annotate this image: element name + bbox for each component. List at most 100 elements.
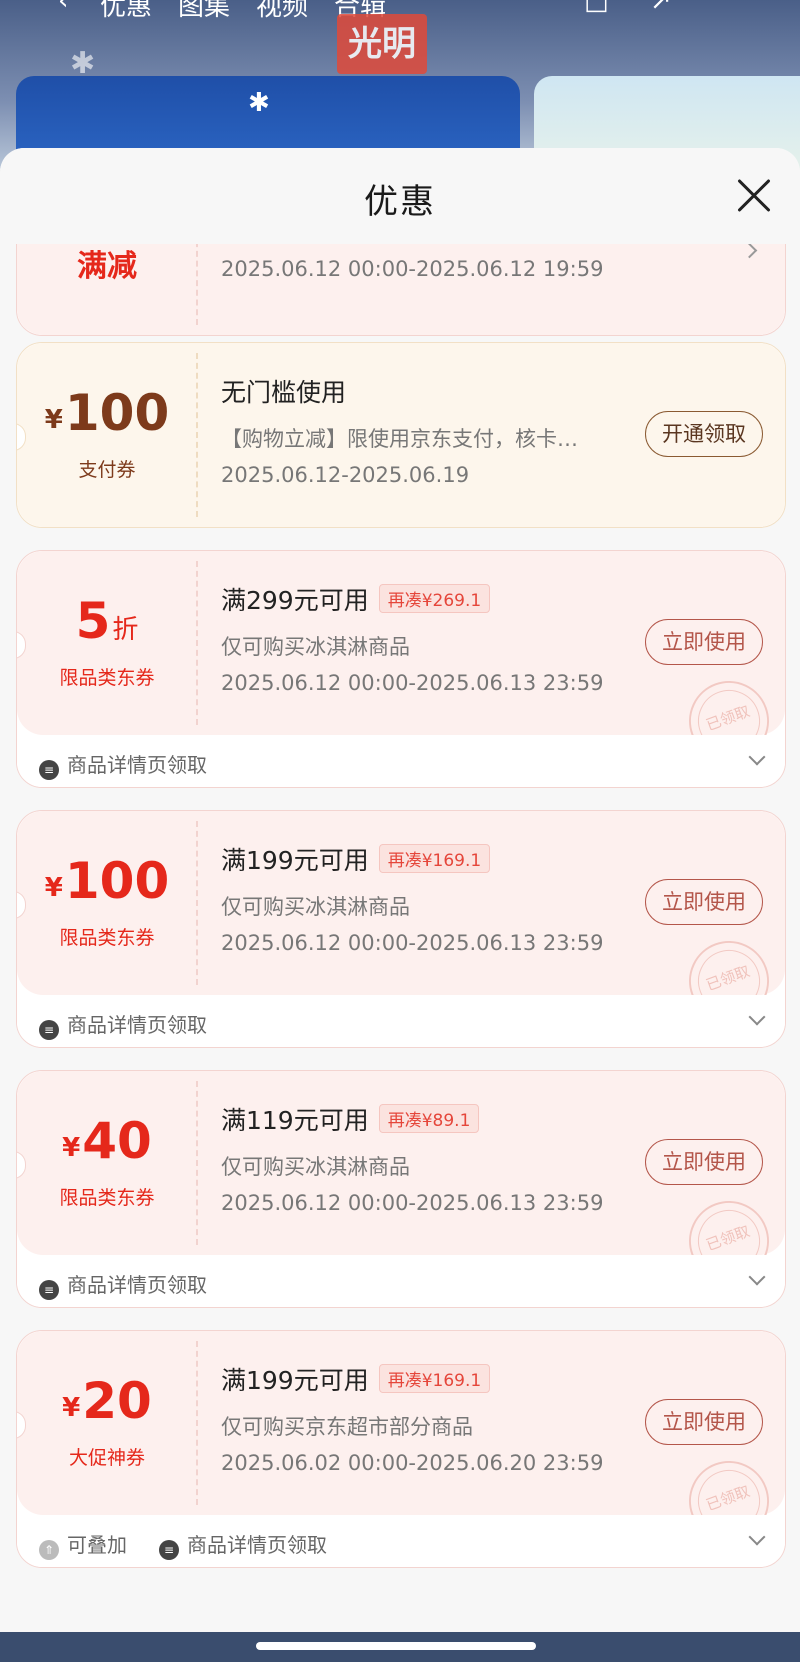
- chevron-down-icon[interactable]: [748, 1528, 766, 1546]
- discount-unit: 折: [112, 615, 139, 645]
- chevron-down-icon[interactable]: [748, 1008, 766, 1026]
- back-icon[interactable]: ‹: [58, 0, 68, 16]
- coupon-date: 2025.06.12 00:00-2025.06.13 23:59: [221, 671, 604, 695]
- chevron-down-icon[interactable]: [748, 1268, 766, 1286]
- coupon-card[interactable]: ¥100 支付券 无门槛使用 【购物立减】限使用京东支付，核卡… 2025.06…: [16, 342, 786, 528]
- coupon-value: ¥20 大促神券: [17, 1331, 197, 1515]
- coupon-date: 2025.06.12 00:00-2025.06.13 23:59: [221, 1191, 604, 1215]
- claim-source-text: 商品详情页领取: [67, 1013, 207, 1037]
- coupon-body: ¥20 大促神券 满199元可用 再凑¥169.1 仅可购买京东超市部分商品 20…: [17, 1331, 785, 1553]
- coupon-value: ¥100 限品类东券: [17, 811, 197, 995]
- activate-claim-button[interactable]: 开通领取: [645, 411, 763, 457]
- coupon-amount: ¥100: [17, 853, 197, 916]
- claim-source-text: 商品详情页领取: [67, 753, 207, 777]
- forward-icon[interactable]: ↗: [650, 0, 672, 16]
- coupon-date: 2025.06.12 00:00-2025.06.12 19:59: [221, 257, 604, 281]
- coupon-divider: [196, 1341, 198, 1505]
- home-indicator[interactable]: [256, 1642, 536, 1650]
- coupon-value: ¥40 限品类东券: [17, 1071, 197, 1255]
- coupon-footer[interactable]: ≡ 商品详情页领取: [17, 1255, 785, 1307]
- source-icon: ≡: [159, 1540, 179, 1560]
- coupon-date: 2025.06.12 00:00-2025.06.13 23:59: [221, 931, 604, 955]
- source-icon: ≡: [39, 1280, 59, 1300]
- coupon-description: 【购物立减】限使用京东支付，核卡…: [221, 427, 578, 451]
- coupon-description: 仅可购买京东超市部分商品: [221, 1415, 473, 1439]
- stackable-text: 可叠加: [67, 1533, 127, 1557]
- coupon-value: 5折 限品类东券: [17, 551, 197, 735]
- stackable-badge: ⇑ 可叠加: [39, 1529, 127, 1560]
- claim-source-text: 商品详情页领取: [187, 1533, 327, 1557]
- coupon-condition: 满199元可用 再凑¥169.1: [221, 1361, 491, 1397]
- coupon-value: ¥100 支付券: [17, 343, 197, 527]
- coupon-card[interactable]: 5折 限品类东券 满299元可用 再凑¥269.1 仅可购买冰淇淋商品 2025.…: [16, 550, 786, 788]
- sheet-title: 优惠: [364, 182, 436, 222]
- chevron-right-icon[interactable]: [741, 242, 758, 259]
- coupon-amount: ¥100: [17, 385, 197, 448]
- coupon-date: 2025.06.12-2025.06.19: [221, 463, 470, 487]
- coupon-amount: ¥40: [17, 1113, 197, 1176]
- currency-symbol: ¥: [44, 873, 63, 903]
- amount-value: 100: [64, 384, 170, 442]
- sheet-header: 优惠: [0, 148, 800, 244]
- coupon-amount: 5折: [17, 593, 197, 658]
- use-now-button[interactable]: 立即使用: [645, 1399, 763, 1445]
- coupon-threshold: 满199元可用: [221, 1366, 369, 1395]
- coupon-condition: 无门槛使用: [221, 378, 347, 407]
- coupon-description: 仅可购买冰淇淋商品: [221, 1155, 410, 1179]
- use-now-button[interactable]: 立即使用: [645, 879, 763, 925]
- use-now-button[interactable]: 立即使用: [645, 619, 763, 665]
- coupon-type-label: 大促神券: [68, 1447, 145, 1469]
- coupon-divider: [196, 1081, 198, 1245]
- coupon-card[interactable]: ¥40 限品类东券 满119元可用 再凑¥89.1 仅可购买冰淇淋商品 2025.…: [16, 1070, 786, 1308]
- coupon-type-label: 限品类东券: [59, 927, 155, 949]
- claim-source: ≡ 商品详情页领取: [39, 1269, 207, 1300]
- claim-source: ≡ 商品详情页领取: [39, 1009, 207, 1040]
- gap-amount-tag: 再凑¥269.1: [378, 584, 491, 613]
- currency-symbol: ¥: [44, 405, 63, 435]
- coupon-footer[interactable]: ≡ 商品详情页领取: [17, 735, 785, 787]
- coupon-amount: ¥20: [17, 1373, 197, 1436]
- coupon-body: ¥40 限品类东券 满119元可用 再凑¥89.1 仅可购买冰淇淋商品 2025.…: [17, 1071, 785, 1293]
- share-icon[interactable]: □: [584, 0, 609, 16]
- chevron-down-icon[interactable]: [748, 748, 766, 766]
- bg-tab-video[interactable]: 视频: [256, 0, 308, 23]
- coupon-type-label: 限品类东券: [59, 667, 155, 689]
- source-icon: ≡: [39, 1020, 59, 1040]
- close-icon[interactable]: [734, 176, 774, 216]
- snowflake-icon: ✱: [248, 88, 270, 118]
- bg-tab-deals[interactable]: 优惠: [100, 0, 152, 23]
- coupon-condition: 满299元可用 再凑¥269.1: [221, 581, 491, 617]
- coupon-card[interactable]: ¥100 限品类东券 满199元可用 再凑¥169.1 仅可购买冰淇淋商品 202…: [16, 810, 786, 1048]
- brand-logo: 光明: [337, 14, 427, 74]
- background-page: ‹ 优惠 图集 视频 合辑 □ ↗ 光明 ✱ ✱: [0, 0, 800, 186]
- coupon-condition: 满199元可用 再凑¥169.1: [221, 841, 491, 877]
- coupon-condition: 满119元可用 再凑¥89.1: [221, 1101, 480, 1137]
- coupon-card[interactable]: ¥20 大促神券 满199元可用 再凑¥169.1 仅可购买京东超市部分商品 20…: [16, 1330, 786, 1568]
- coupon-amount: 满减: [77, 249, 137, 284]
- gap-amount-tag: 再凑¥169.1: [378, 844, 491, 873]
- coupon-divider: [196, 561, 198, 725]
- coupon-info: 无门槛使用 【购物立减】限使用京东支付，核卡… 2025.06.12-2025.…: [221, 343, 785, 527]
- amount-value: 5: [75, 592, 111, 650]
- coupon-threshold: 满299元可用: [221, 586, 369, 615]
- snowflake-icon: ✱: [70, 46, 96, 81]
- coupon-threshold: 满199元可用: [221, 846, 369, 875]
- claim-source-text: 商品详情页领取: [67, 1273, 207, 1297]
- coupon-type-label: 限品类东券: [59, 1187, 155, 1209]
- use-now-button[interactable]: 立即使用: [645, 1139, 763, 1185]
- coupon-body: ¥100 支付券 无门槛使用 【购物立减】限使用京东支付，核卡… 2025.06…: [17, 343, 785, 527]
- stack-icon: ⇑: [39, 1540, 59, 1560]
- coupon-footer[interactable]: ≡ 商品详情页领取: [17, 995, 785, 1047]
- coupon-divider: [196, 353, 198, 517]
- coupon-description: 仅可购买冰淇淋商品: [221, 635, 410, 659]
- coupon-description: 仅可购买冰淇淋商品: [221, 895, 410, 919]
- bg-tab-gallery[interactable]: 图集: [178, 0, 230, 23]
- amount-value: 20: [82, 1372, 152, 1430]
- gap-amount-tag: 再凑¥89.1: [378, 1104, 480, 1133]
- coupon-type-label: 支付券: [78, 459, 136, 481]
- coupon-sheet: 优惠 满减 2025.06.12 00:00-2025.06.12 19:59 …: [0, 148, 800, 1642]
- gap-amount-tag: 再凑¥169.1: [378, 1364, 491, 1393]
- coupon-body: 5折 限品类东券 满299元可用 再凑¥269.1 仅可购买冰淇淋商品 2025.…: [17, 551, 785, 773]
- coupon-footer[interactable]: ⇑ 可叠加 ≡ 商品详情页领取: [17, 1515, 785, 1567]
- coupon-body: ¥100 限品类东券 满199元可用 再凑¥169.1 仅可购买冰淇淋商品 202…: [17, 811, 785, 1033]
